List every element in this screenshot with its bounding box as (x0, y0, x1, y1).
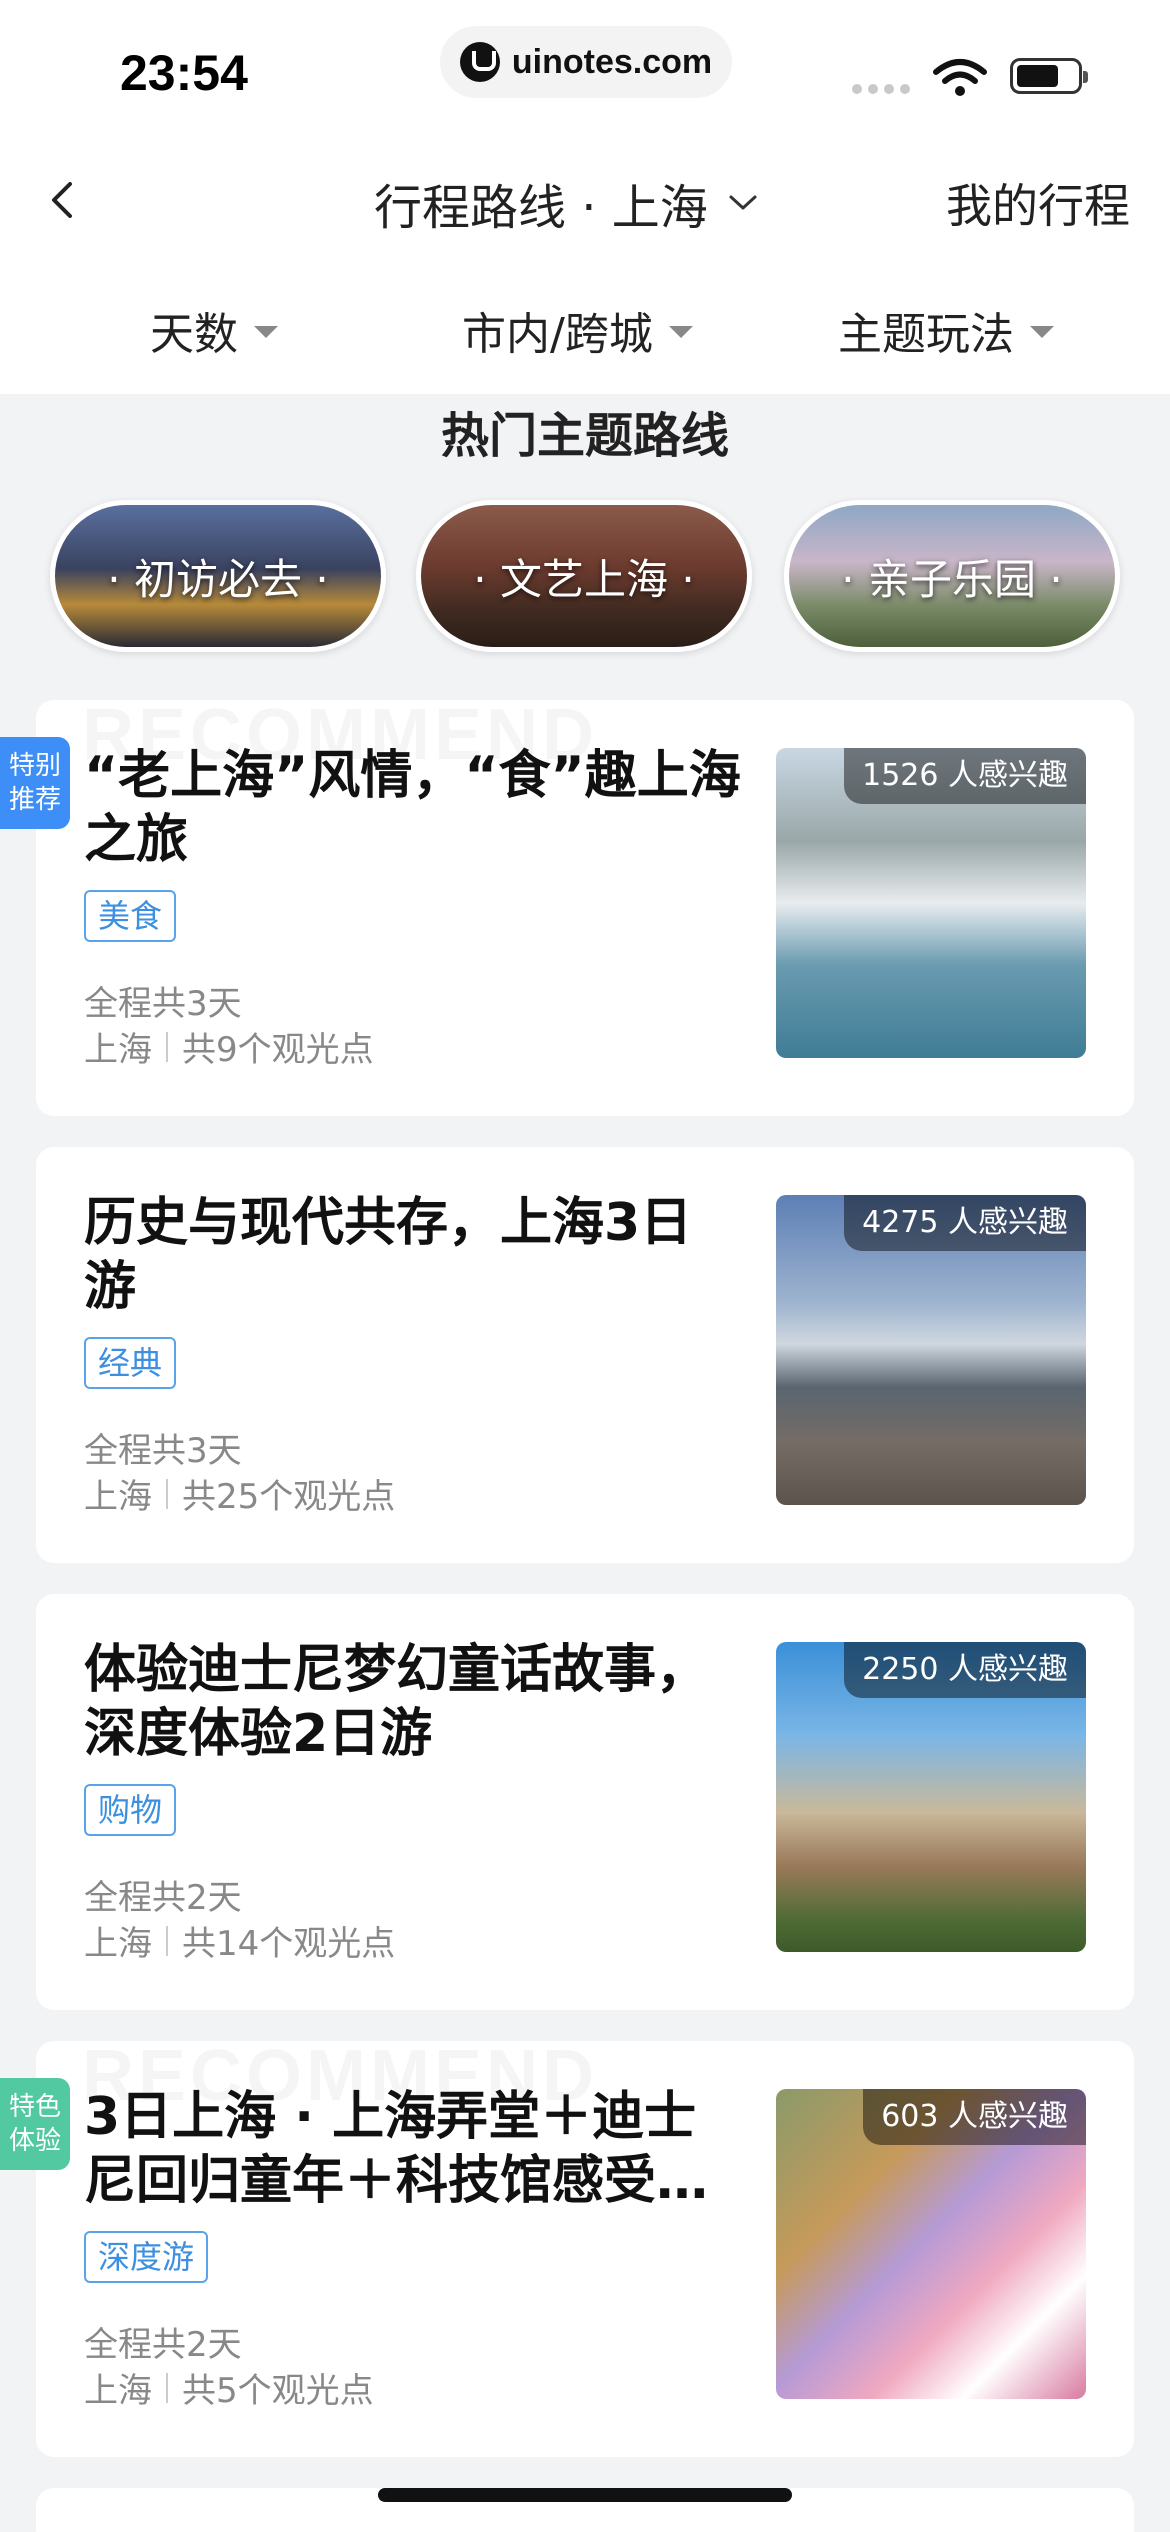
route-thumbnail: 603 人感兴趣 (776, 2089, 1086, 2399)
route-card[interactable]: 体验迪士尼梦幻童话故事，深度体验2日游 购物 全程共2天 上海 共14个观光点 2… (36, 1594, 1134, 2010)
signal-icon (852, 84, 910, 94)
city-selector[interactable]: 行程路线 · 上海 (374, 168, 758, 238)
home-indicator[interactable] (378, 2488, 792, 2502)
filter-theme[interactable]: 主题玩法 (838, 298, 1054, 362)
url-text: uinotes.com (511, 42, 713, 81)
status-bar: 23:54 uinotes.com (0, 0, 1170, 140)
theme-label: · 初访必去 · (107, 554, 329, 604)
battery-icon (1010, 58, 1088, 94)
theme-art-shanghai[interactable]: · 文艺上海 · (416, 500, 752, 652)
route-spots: 共14个观光点 (182, 1924, 396, 1964)
filter-label: 主题玩法 (838, 309, 1014, 360)
chevron-left-icon[interactable] (44, 180, 84, 220)
url-pill[interactable]: uinotes.com (440, 26, 732, 98)
route-tag: 经典 (84, 1337, 177, 1389)
route-card[interactable]: RECOMMEND 3日上海 · 上海弄堂＋迪士尼回归童年＋科技馆感受新… 深度… (36, 2036, 1134, 2457)
filter-bar: 天数 市内/跨城 主题玩法 (0, 260, 1170, 394)
nav-header: 行程路线 · 上海 我的行程 (0, 140, 1170, 260)
status-time: 23:54 (120, 45, 248, 101)
route-card[interactable]: 历史与现代共存，上海3日游 经典 全程共3天 上海 共25个观光点 4275 人感… (36, 1147, 1134, 1563)
route-title: “老上海”风情，“食”趣上海之旅 (84, 746, 741, 870)
my-trips-link[interactable]: 我的行程 (946, 170, 1130, 236)
route-spots: 共5个观光点 (182, 2371, 374, 2411)
route-location: 上海 共5个观光点 (84, 2363, 374, 2412)
theme-family-park[interactable]: · 亲子乐园 · (784, 500, 1120, 652)
recommend-ribbon: 特别 推荐 (0, 737, 70, 829)
route-title: 3日上海 · 上海弄堂＋迪士尼回归童年＋科技馆感受新… (84, 2087, 697, 2211)
feature-ribbon: 特色 体验 (0, 2078, 70, 2170)
filter-label: 市内/跨城 (462, 309, 653, 360)
route-spots: 共25个观光点 (182, 1477, 396, 1517)
interest-badge: 1526 人感兴趣 (844, 748, 1086, 804)
route-spots: 共9个观光点 (182, 1030, 374, 1070)
site-logo-icon (459, 42, 500, 82)
caret-down-icon (254, 326, 278, 338)
route-duration: 全程共2天 (84, 1878, 242, 1918)
route-location: 上海 共25个观光点 (84, 1469, 395, 1518)
theme-label: · 亲子乐园 · (841, 554, 1063, 604)
route-location: 上海 共14个观光点 (84, 1916, 395, 1965)
chevron-down-icon (729, 195, 757, 210)
filter-label: 天数 (150, 309, 238, 360)
route-title: 历史与现代共存，上海3日游 (84, 1193, 693, 1317)
caret-down-icon (668, 326, 693, 338)
route-duration: 全程共2天 (84, 2325, 242, 2365)
route-card[interactable]: RECOMMEND “老上海”风情，“食”趣上海之旅 美食 全程共3天 上海共9… (36, 695, 1134, 1116)
route-tag: 深度游 (84, 2231, 209, 2283)
route-duration: 全程共3天 (84, 1431, 242, 1471)
theme-first-visit[interactable]: · 初访必去 · (50, 500, 386, 652)
theme-label: · 文艺上海 · (473, 554, 695, 604)
interest-badge: 2250 人感兴趣 (844, 1642, 1086, 1698)
caret-down-icon (1030, 326, 1054, 338)
route-city: 上海 (84, 2371, 152, 2411)
section-title: 热门主题路线 (440, 408, 729, 464)
route-title: 体验迪士尼梦幻童话故事，深度体验2日游 (84, 1640, 709, 1764)
route-tag: 购物 (84, 1784, 177, 1836)
route-city: 上海 (84, 1924, 152, 1964)
route-tag: 美食 (84, 890, 177, 942)
page-title: 行程路线 · 上海 (374, 180, 708, 236)
route-thumbnail: 2250 人感兴趣 (776, 1642, 1086, 1952)
route-location: 上海 共9个观光点 (84, 1022, 374, 1071)
interest-badge: 4275 人感兴趣 (844, 1195, 1086, 1251)
interest-badge: 603 人感兴趣 (863, 2089, 1086, 2145)
filter-days[interactable]: 天数 (150, 298, 278, 362)
route-city: 上海 (84, 1030, 152, 1070)
route-city: 上海 (84, 1477, 152, 1517)
wifi-icon (933, 59, 987, 96)
route-thumbnail: 1526 人感兴趣 (776, 748, 1086, 1058)
route-thumbnail: 4275 人感兴趣 (776, 1195, 1086, 1505)
route-duration: 全程共3天 (84, 984, 242, 1024)
filter-scope[interactable]: 市内/跨城 (462, 298, 693, 362)
